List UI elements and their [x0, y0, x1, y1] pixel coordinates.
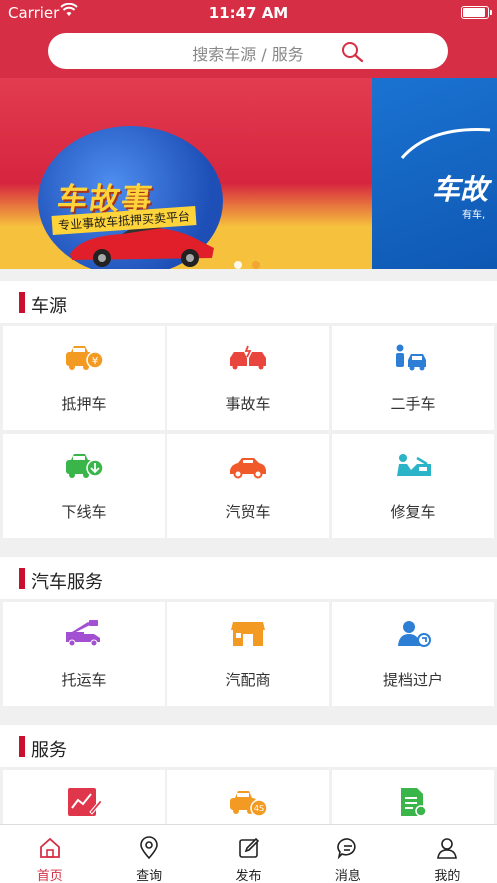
banner-carousel[interactable]: 车故事 专业事故车抵押买卖平台 车故 有车,: [0, 78, 497, 269]
grid-item-label: 汽配商: [225, 671, 271, 689]
tab-label: 我的: [434, 869, 461, 883]
grid-item-label: 提档过户: [382, 671, 443, 689]
mortgage-car-icon: ¥: [66, 346, 104, 370]
grid-item-tow-truck[interactable]: 托运车: [3, 602, 165, 706]
grid-item-dealer-car[interactable]: 汽贸车: [167, 434, 329, 538]
home-icon: [39, 837, 60, 858]
tab-profile[interactable]: 我的: [398, 825, 497, 883]
document-icon: [401, 788, 427, 817]
status-bar: Carrier 11:47 AM: [0, 0, 497, 26]
tab-home[interactable]: 首页: [0, 825, 99, 883]
car-service-grid: 托运车 汽配商 提档过户: [0, 602, 497, 708]
section-header-car-source: 车源: [0, 281, 497, 323]
bottom-tab-bar: 首页 查询 发布 消息 我的: [0, 824, 497, 883]
grid-item-label: 汽贸车: [225, 503, 271, 521]
section-header-car-service: 汽车服务: [0, 557, 497, 599]
grid-item-label: 托运车: [61, 671, 107, 689]
car-source-grid: ¥ 抵押车 事故车 二手车 下线车 汽贸车 修复车: [0, 326, 497, 540]
carousel-dot[interactable]: [252, 261, 260, 269]
carousel-dots: [234, 254, 270, 269]
grid-item-accident-car[interactable]: 事故车: [167, 326, 329, 430]
grid-item-service[interactable]: [3, 770, 165, 824]
chart-pen-icon: [68, 788, 103, 816]
tab-label: 首页: [36, 869, 63, 883]
service-grid: 4S: [0, 770, 497, 824]
location-pin-icon: [140, 836, 158, 860]
tab-label: 发布: [235, 869, 262, 883]
banner-title: 车故: [432, 173, 489, 206]
grid-item-offline-car[interactable]: 下线车: [3, 434, 165, 538]
section-accent-bar: [19, 736, 25, 757]
grid-item-label: 抵押车: [61, 395, 107, 413]
tab-label: 消息: [334, 869, 361, 883]
grid-item-label: 事故车: [225, 395, 271, 413]
search-bar[interactable]: 搜索车源 / 服务: [48, 33, 448, 69]
grid-item-repair-car[interactable]: 修复车: [332, 434, 494, 538]
repair-car-icon: [397, 454, 431, 476]
4s-car-icon: 4S: [230, 791, 268, 817]
grid-item-service[interactable]: [332, 770, 494, 824]
grid-item-used-car[interactable]: 二手车: [332, 326, 494, 430]
tab-query[interactable]: 查询: [99, 825, 198, 883]
transfer-icon: [398, 621, 431, 647]
car-outline-illustration: [400, 128, 491, 159]
carousel-dot[interactable]: [234, 261, 242, 269]
parts-shop-icon: [231, 622, 265, 646]
section-accent-bar: [19, 568, 25, 589]
grid-item-parts-shop[interactable]: 汽配商: [167, 602, 329, 706]
profile-icon: [437, 838, 458, 859]
battery-icon: [461, 6, 492, 19]
edit-icon: [238, 837, 259, 858]
tab-messages[interactable]: 消息: [298, 825, 397, 883]
svg-text:4S: 4S: [254, 804, 264, 813]
search-placeholder: 搜索车源 / 服务: [192, 45, 304, 64]
section-header-service: 服务: [0, 725, 497, 767]
grid-item-label: 下线车: [61, 503, 107, 521]
search-icon[interactable]: [340, 40, 364, 68]
svg-text:¥: ¥: [92, 356, 98, 367]
section-title: 车源: [31, 296, 67, 317]
section-title: 汽车服务: [31, 572, 103, 593]
used-car-icon: [396, 344, 426, 371]
grid-item-transfer[interactable]: 提档过户: [332, 602, 494, 706]
offline-car-icon: [66, 454, 104, 478]
clock: 11:47 AM: [208, 4, 289, 22]
grid-item-mortgage-car[interactable]: ¥ 抵押车: [3, 326, 165, 430]
tow-truck-icon: [66, 620, 100, 647]
banner-subtitle: 有车,: [462, 210, 486, 221]
grid-item-label: 二手车: [390, 395, 436, 413]
section-accent-bar: [19, 292, 25, 313]
dealer-car-icon: [230, 458, 266, 479]
app-header: Carrier 11:47 AM 搜索车源 / 服务: [0, 0, 497, 78]
tab-label: 查询: [136, 869, 163, 883]
tab-publish[interactable]: 发布: [199, 825, 298, 883]
message-icon: [337, 838, 356, 860]
grid-item-service[interactable]: 4S: [167, 770, 329, 824]
accident-car-icon: [230, 345, 266, 370]
grid-item-label: 修复车: [390, 503, 436, 521]
banner-slide[interactable]: 车故事 专业事故车抵押买卖平台: [0, 78, 372, 269]
section-title: 服务: [31, 740, 67, 761]
